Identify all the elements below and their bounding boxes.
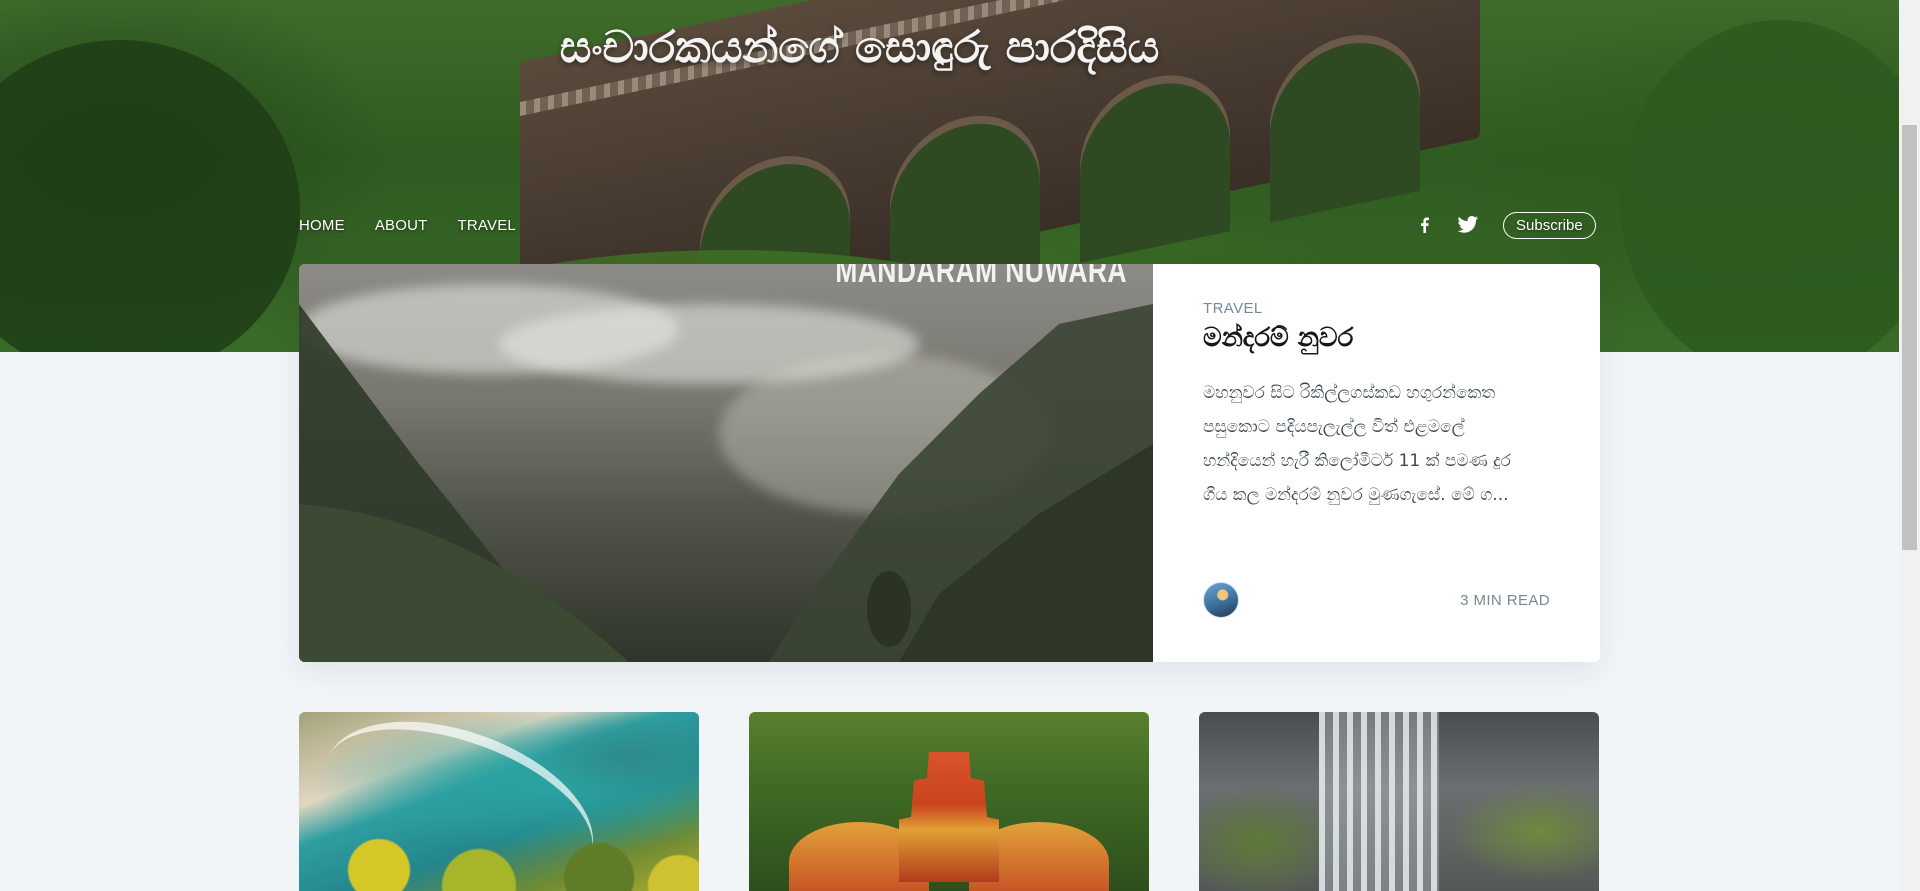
nav-about[interactable]: ABOUT (375, 217, 428, 234)
featured-post-title[interactable]: මන්දරම් නුවර (1203, 323, 1550, 354)
author-avatar[interactable] (1203, 582, 1239, 618)
reading-time: 3 MIN READ (1460, 591, 1550, 609)
post-meta: 3 MIN READ (1203, 582, 1550, 618)
main-nav: HOME ABOUT TRAVEL (299, 214, 516, 236)
subscribe-button[interactable]: Subscribe (1503, 211, 1596, 239)
post-card-beach[interactable] (299, 712, 699, 891)
nav-travel[interactable]: TRAVEL (458, 217, 516, 234)
post-card-waterfall[interactable] (1199, 712, 1599, 891)
post-tag[interactable]: TRAVEL (1203, 300, 1550, 317)
foliage-left (0, 40, 300, 352)
featured-post-content: TRAVEL මන්දරම් නුවර මහනුවර සිට රිකිල්ලගස… (1153, 264, 1600, 662)
nav-home[interactable]: HOME (299, 217, 345, 234)
nav-actions: Subscribe (1415, 210, 1596, 240)
twitter-icon[interactable] (1457, 215, 1479, 235)
featured-post-excerpt: මහනුවර සිට රිකිල්ලගස්කඩ හගුරන්කෙත පසුකොට… (1203, 383, 1511, 505)
post-card-temple[interactable] (749, 712, 1149, 891)
hero-title: සංචාරකයන්ගේ සොඳුරු පාරදිසිය (559, 22, 1160, 73)
featured-post-card[interactable]: MANDARAM NUWARA TRAVEL මන්දරම් නුවර මහනු… (299, 264, 1600, 662)
featured-image-caption: MANDARAM NUWARA (835, 264, 1127, 290)
facebook-icon[interactable] (1415, 215, 1435, 235)
scrollbar-thumb[interactable] (1902, 125, 1917, 550)
scrollbar-track[interactable] (1899, 0, 1920, 891)
featured-post-image[interactable]: MANDARAM NUWARA (299, 264, 1153, 662)
